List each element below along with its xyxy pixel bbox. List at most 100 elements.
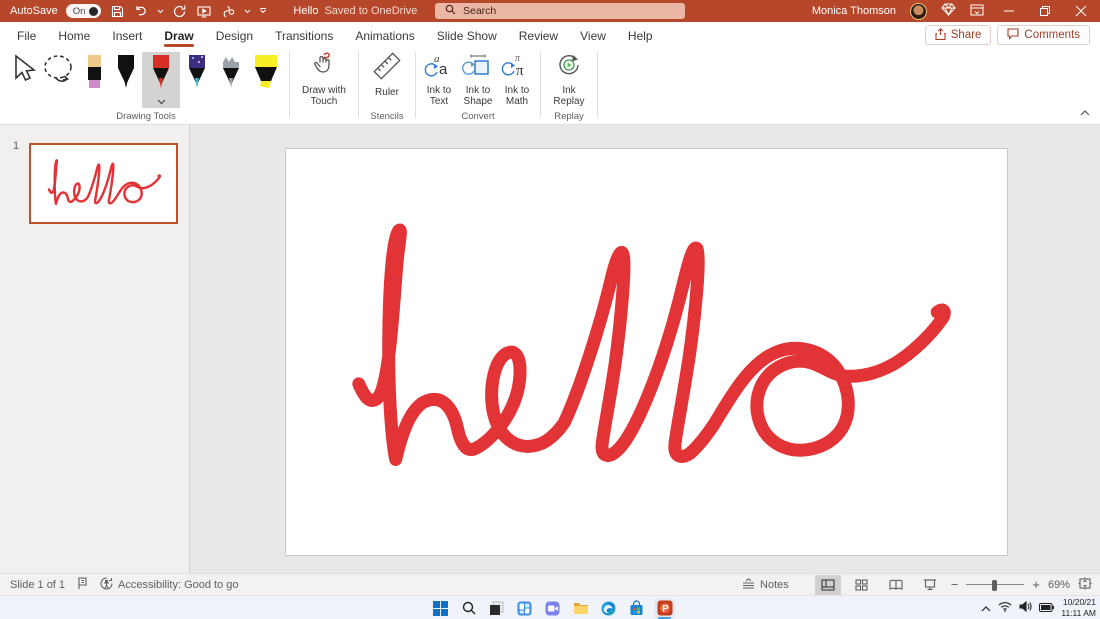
lasso-select-tool[interactable] [40,52,80,86]
comments-button[interactable]: Comments [997,25,1090,45]
slide-editor-area [190,125,1100,573]
chat-icon[interactable] [542,598,563,619]
search-input[interactable]: Search [435,3,685,19]
group-label-stencils: Stencils [364,109,410,124]
tab-home[interactable]: Home [47,24,101,47]
ink-to-text-icon: aa [426,52,452,82]
ink-to-math-button[interactable]: ππ Ink to Math [499,52,535,108]
draw-with-touch-icon [310,52,338,82]
ink-to-math-icon: ππ [504,52,530,82]
tab-slide-show[interactable]: Slide Show [426,24,508,47]
draw-with-touch-button[interactable]: Draw with Touch [295,52,353,108]
file-explorer-icon[interactable] [570,598,591,619]
select-cursor-tool[interactable] [8,52,40,84]
zoom-level[interactable]: 69% [1048,579,1070,591]
notes-label: Notes [760,579,789,591]
pen-black-tool[interactable] [110,52,142,92]
tab-file[interactable]: File [6,24,47,47]
wifi-icon[interactable] [998,599,1012,617]
maximize-icon[interactable] [1034,0,1056,22]
slide-show-view-button[interactable] [917,575,943,595]
share-button[interactable]: Share [925,25,992,45]
user-name[interactable]: Monica Thomson [812,5,896,17]
system-tray: 10/20/21 11:11 AM [981,596,1096,619]
redo-icon[interactable] [172,3,188,19]
speaker-icon[interactable] [1019,599,1032,617]
ink-to-text-button[interactable]: aa Ink to Text [421,52,457,108]
undo-icon[interactable] [133,3,149,19]
undo-dropdown-chevron[interactable] [157,9,164,14]
svg-text:π: π [516,63,524,79]
ribbon: Drawing Tools Draw with Touch [0,48,1100,125]
reading-view-button[interactable] [883,575,909,595]
zoom-slider[interactable] [966,575,1024,595]
pen-dropdown-chevron[interactable] [244,9,251,14]
tab-insert[interactable]: Insert [101,24,153,47]
zoom-in-button[interactable]: + [1032,577,1040,592]
collapse-ribbon-chevron[interactable] [1080,103,1090,121]
avatar[interactable] [910,3,927,20]
zoom-out-button[interactable]: − [951,577,959,592]
ink-to-shape-label: Ink to Shape [459,85,497,108]
pen-galaxy-tool[interactable] [180,52,214,92]
pencil-tool[interactable] [214,52,248,92]
clock[interactable]: 10/20/21 11:11 AM [1061,597,1096,618]
ink-pen-icon[interactable] [220,3,236,19]
task-view-icon[interactable] [486,598,507,619]
windows-taskbar: P 10/20/21 11:11 AM [0,595,1100,619]
battery-icon[interactable] [1039,599,1054,617]
close-icon[interactable] [1070,0,1092,22]
zoom-slider-handle[interactable] [992,580,997,591]
highlighter-yellow-tool[interactable] [248,52,284,92]
tab-animations[interactable]: Animations [344,24,425,47]
pen-red-tool-selected[interactable] [142,52,180,108]
slide-sorter-view-button[interactable] [849,575,875,595]
ruler-button[interactable]: Ruler [364,52,410,98]
notes-button[interactable]: Notes [742,578,789,592]
save-icon[interactable] [109,3,125,19]
start-icon[interactable] [430,598,451,619]
edge-icon[interactable] [598,598,619,619]
taskbar-search-icon[interactable] [458,598,479,619]
status-bar: Slide 1 of 1 Accessibility: Good to go N… [0,573,1100,595]
tab-help[interactable]: Help [617,24,664,47]
tab-view[interactable]: View [569,24,617,47]
slide-indicator[interactable]: Slide 1 of 1 [10,579,65,591]
gem-icon[interactable] [941,3,956,19]
normal-view-button[interactable] [815,575,841,595]
autosave-state: On [73,6,86,17]
minimize-icon[interactable] [998,0,1020,22]
store-icon[interactable] [626,598,647,619]
group-label-replay: Replay [546,109,592,124]
save-status: Saved to OneDrive [324,5,417,17]
tab-design[interactable]: Design [205,24,264,47]
slide-thumbnail-1[interactable] [29,143,178,224]
ink-to-shape-button[interactable]: Ink to Shape [459,52,497,108]
eraser-tool[interactable] [80,52,110,92]
autosave-toggle[interactable]: On [66,4,102,18]
accessibility-status[interactable]: Accessibility: Good to go [100,577,238,593]
slide-canvas[interactable] [285,148,1008,556]
start-from-beginning-icon[interactable] [196,3,212,19]
tabrow-right: Share Comments [925,25,1100,45]
group-label-drawing-tools: Drawing Tools [8,109,284,124]
autosave-toggle-knob [89,7,98,16]
group-draw-with-touch: Draw with Touch [295,48,353,124]
comments-label: Comments [1024,29,1080,41]
ink-replay-button[interactable]: Ink Replay [546,52,592,108]
hidden-icons-chevron[interactable] [981,599,991,617]
group-stencils: Ruler Stencils [364,48,410,124]
powerpoint-icon[interactable]: P [654,598,675,619]
widgets-icon[interactable] [514,598,535,619]
customize-qat-icon[interactable] [259,8,267,14]
fit-slide-to-window-button[interactable] [1078,577,1092,593]
tab-draw[interactable]: Draw [153,24,204,47]
ribbon-separator [597,52,598,118]
notes-flag-icon[interactable] [77,577,88,593]
pen-options-chevron[interactable] [157,92,166,110]
ribbon-display-options-icon[interactable] [970,4,984,19]
ribbon-tabs: File Home Insert Draw Design Transitions… [0,24,664,47]
accessibility-icon [100,577,113,593]
tab-transitions[interactable]: Transitions [264,24,344,47]
tab-review[interactable]: Review [508,24,569,47]
